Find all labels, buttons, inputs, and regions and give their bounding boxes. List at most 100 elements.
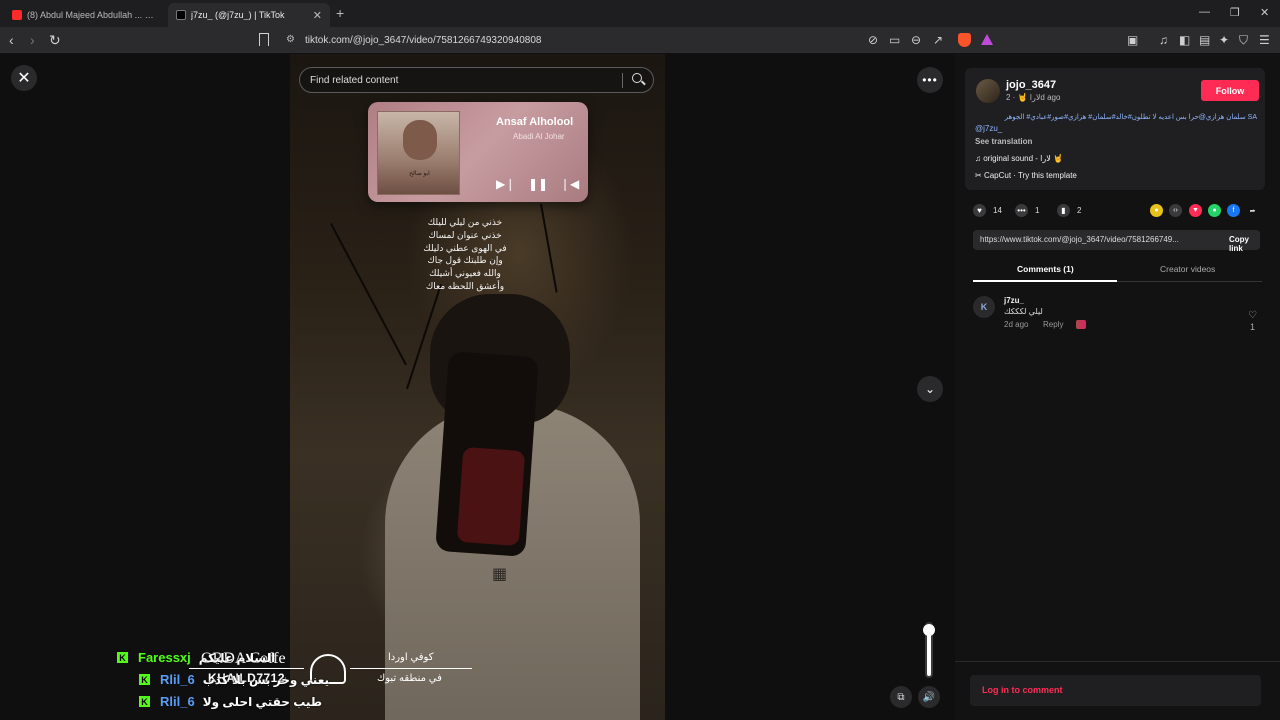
author-subline: لارا 🤘 · 2d ago: [1006, 93, 1061, 102]
volume-slider[interactable]: [923, 622, 935, 678]
chat-text: السلام عليكم: [198, 650, 276, 665]
tab-bar: (8) Abdul Majeed Abdullah ... Fezi La j7…: [0, 0, 1280, 27]
like-count: 14: [993, 206, 1002, 215]
sound-name: original sound - لارا 🤘: [983, 154, 1063, 163]
tiktok-icon: [176, 10, 186, 20]
vpn-icon[interactable]: ⛉: [1239, 33, 1248, 48]
author-username[interactable]: jojo_3647: [1006, 79, 1056, 91]
close-window-icon[interactable]: ✕: [1260, 6, 1269, 19]
chat-text: طيب حقتي احلى ولا: [202, 694, 323, 709]
zoom-icon[interactable]: ⊖: [911, 33, 921, 47]
rewards-icon[interactable]: [981, 34, 993, 45]
wallet-icon[interactable]: ▤: [1199, 33, 1210, 47]
like-button[interactable]: ♥ 14: [973, 204, 1002, 217]
chat-message: K Faressxj السلام عليكم: [117, 650, 275, 665]
pause-icon[interactable]: ❚❚: [528, 177, 548, 191]
share-icon[interactable]: ↗: [933, 33, 943, 47]
reply-button[interactable]: Reply: [1043, 320, 1063, 329]
split-view-icon[interactable]: ◧: [1179, 33, 1190, 47]
url-field[interactable]: tiktok.com/@jojo_3647/video/758126674932…: [305, 35, 541, 46]
next-video-button[interactable]: ⌄: [917, 376, 943, 402]
divider-line: [189, 668, 304, 669]
whatsapp-icon[interactable]: ●: [1208, 204, 1221, 217]
restore-icon[interactable]: ❐: [1230, 6, 1240, 19]
comment-item: K j7zu_ ليلي لكككك 2d ago Reply ♡ 1: [973, 296, 1262, 336]
active-tab-indicator: [973, 280, 1117, 282]
album-portrait: [403, 120, 437, 160]
sidebar-icon[interactable]: ▣: [1127, 33, 1138, 47]
blocked-icon[interactable]: ⊘: [868, 33, 878, 47]
video-caption: SA سلمان هزازي@حرا بس اعديه لا تطلون#خال…: [975, 113, 1257, 121]
search-icon[interactable]: [632, 73, 642, 83]
lyric-line: خذني من ليلي لليلك: [427, 217, 503, 227]
album-art: ابو صالح: [377, 111, 460, 195]
song-artist: Abadi Al Johar: [513, 132, 565, 141]
capcut-link[interactable]: ✂ CapCut · Try this template: [975, 171, 1077, 180]
back-icon[interactable]: ‹: [9, 32, 14, 48]
search-divider: [622, 73, 623, 88]
site-info-icon[interactable]: ⚙: [286, 34, 295, 45]
tiktok-viewer: ✕ ▦ ابو صالح Ansaf Alholool Abadi Al Joh…: [0, 54, 1280, 720]
minimize-icon[interactable]: —: [1199, 6, 1210, 18]
tab-comments[interactable]: Comments (1): [1017, 264, 1074, 274]
kick-badge-icon: K: [139, 696, 150, 707]
sound-link[interactable]: ♫ original sound - لارا 🤘: [975, 154, 1063, 163]
pip-button[interactable]: ⧉: [890, 686, 912, 708]
caption-mention[interactable]: @j7zu_: [975, 124, 1002, 133]
avatar[interactable]: K: [973, 296, 995, 318]
comment-username[interactable]: j7zu_: [1004, 296, 1024, 305]
tab-tiktok[interactable]: j7zu_ (@j7zu_) | TikTok ✕: [168, 3, 330, 27]
heart-icon: ♥: [973, 204, 986, 217]
embed-icon[interactable]: ‹›: [1169, 204, 1182, 217]
caption-hashtags[interactable]: SA سلمان هزازي@حرا بس اعديه لا تطلون#خال…: [1005, 114, 1257, 121]
new-tab-button[interactable]: +: [336, 5, 344, 21]
see-translation-link[interactable]: See translation: [975, 137, 1032, 146]
avatar[interactable]: [976, 79, 1000, 103]
comment-time: 2d ago: [1004, 320, 1029, 329]
volume-icon[interactable]: 🔊: [918, 686, 940, 708]
youtube-icon: [12, 10, 22, 20]
song-title: Ansaf Alholool: [496, 116, 574, 128]
chat-username: Rlil_6: [160, 694, 195, 709]
send-icon[interactable]: ▼: [1189, 204, 1202, 217]
next-track-icon[interactable]: ▶❘: [496, 177, 515, 191]
forward-icon[interactable]: ›: [30, 32, 35, 48]
divider: [955, 661, 1280, 662]
more-options-button[interactable]: •••: [917, 67, 943, 93]
cast-icon[interactable]: ▭: [889, 33, 900, 47]
brave-shield-icon[interactable]: [958, 33, 971, 47]
kick-badge-icon: K: [139, 674, 150, 685]
chat-username: Rlil_6: [160, 672, 195, 687]
video-player[interactable]: ▦ ابو صالح Ansaf Alholool Abadi Al Johar…: [290, 54, 665, 720]
bookmark-icon: ▮: [1057, 204, 1070, 217]
music-icon[interactable]: ♫: [1159, 33, 1168, 47]
copy-link-button[interactable]: Copy link: [1229, 235, 1260, 253]
related-search[interactable]: [299, 67, 654, 93]
info-sidebar: jojo_3647 لارا 🤘 · 2d ago Follow SA سلما…: [955, 54, 1280, 720]
tab-creator-videos[interactable]: Creator videos: [1160, 264, 1215, 274]
facebook-icon[interactable]: f: [1227, 204, 1240, 217]
share-coin-icon[interactable]: ●: [1150, 204, 1163, 217]
menu-icon[interactable]: ☰: [1259, 33, 1270, 47]
login-to-comment-box[interactable]: Log in to comment: [970, 675, 1261, 706]
chat-message: K Rlil_6 يعني وخر بس بلا كذب: [139, 672, 329, 687]
tab-youtube[interactable]: (8) Abdul Majeed Abdullah ... Fezi La: [4, 3, 164, 27]
follow-button[interactable]: Follow: [1201, 80, 1259, 101]
volume-knob[interactable]: [923, 624, 935, 636]
login-to-comment-link[interactable]: Log in to comment: [982, 685, 1063, 695]
bookmark-icon[interactable]: [259, 33, 269, 46]
related-search-input[interactable]: [310, 68, 610, 92]
comment-like-icon[interactable]: ♡: [1248, 310, 1257, 321]
close-tab-icon[interactable]: ✕: [313, 9, 322, 22]
comment-icon: •••: [1015, 204, 1028, 217]
leo-icon[interactable]: ✦: [1219, 33, 1229, 47]
comment-button[interactable]: ••• 1: [1015, 204, 1039, 217]
save-button[interactable]: ▮ 2: [1057, 204, 1081, 217]
share-more-icon[interactable]: ➦: [1246, 204, 1259, 217]
close-video-button[interactable]: ✕: [11, 65, 37, 91]
reload-icon[interactable]: ↻: [49, 32, 61, 49]
chat-message: K Rlil_6 طيب حقتي احلى ولا: [139, 694, 322, 709]
previous-track-icon[interactable]: ❘◀: [560, 177, 579, 191]
tab-title: j7zu_ (@j7zu_) | TikTok: [191, 10, 285, 20]
chat-username: Faressxj: [138, 650, 191, 665]
